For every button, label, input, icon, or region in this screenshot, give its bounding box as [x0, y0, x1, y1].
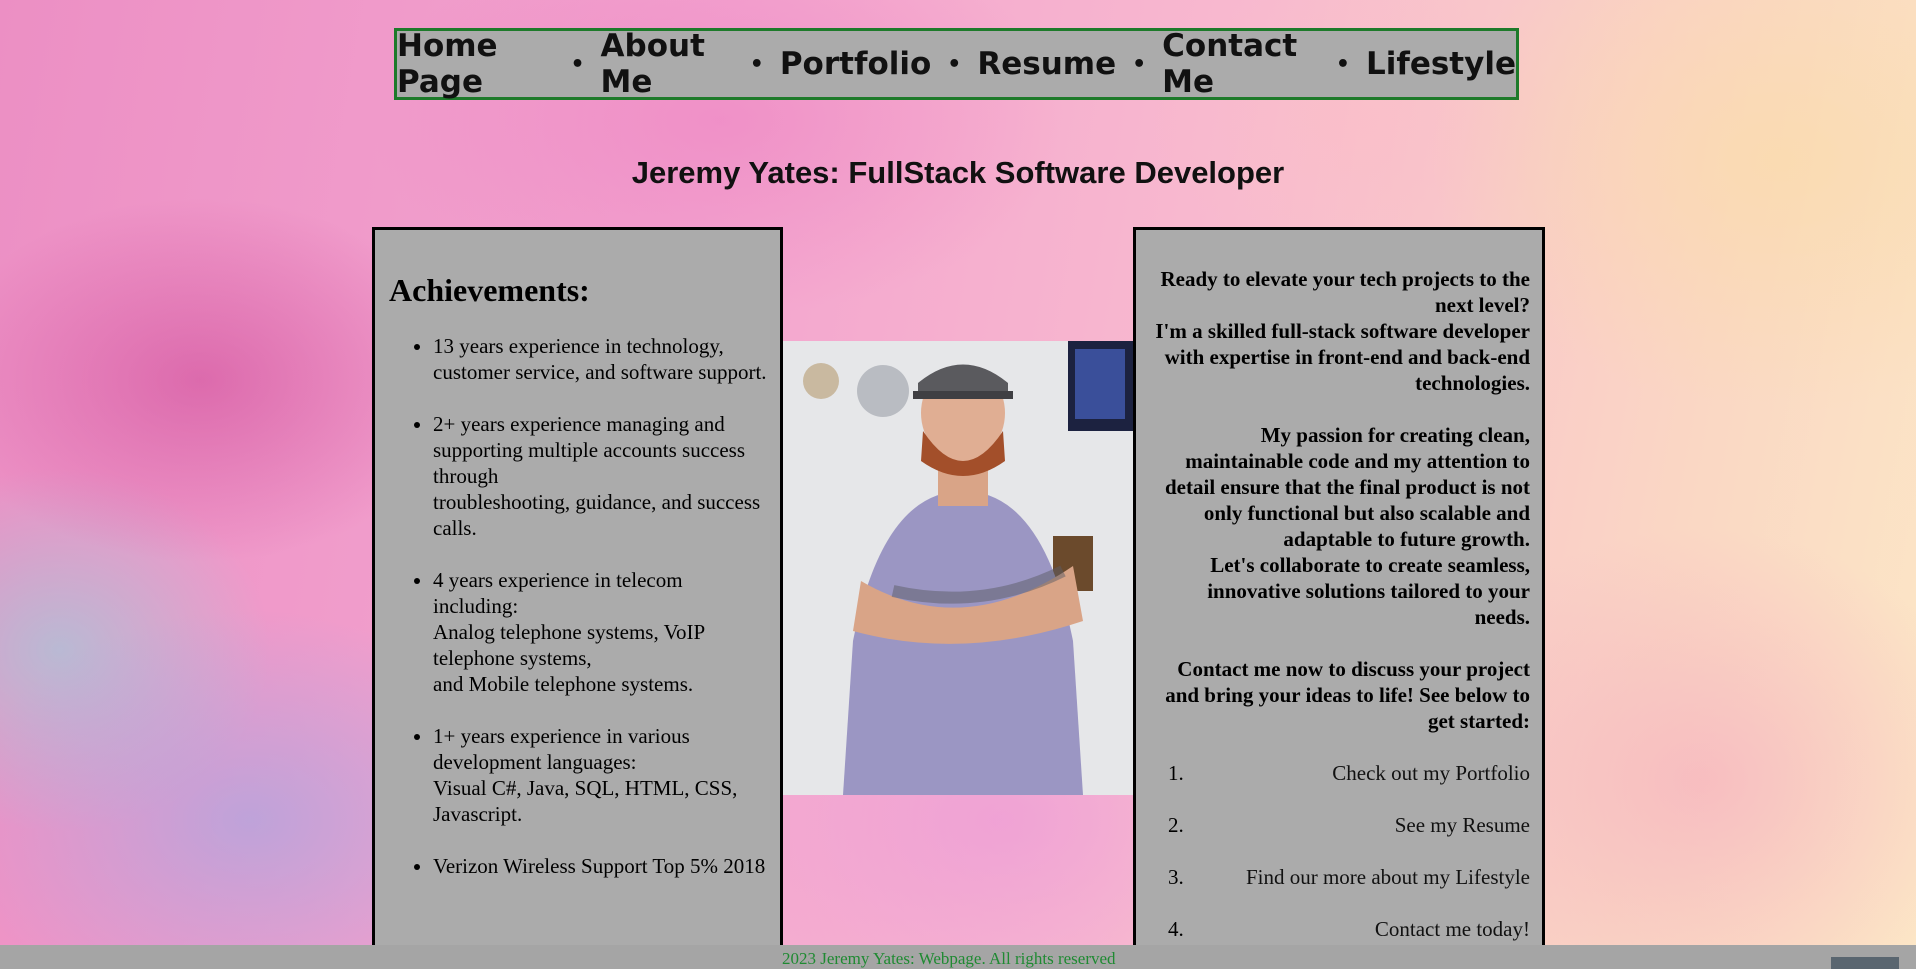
step-number: 4. [1168, 917, 1184, 941]
step-item: 4. Contact me today! [1168, 916, 1530, 942]
nav-about-me[interactable]: About Me [601, 28, 734, 100]
achievement-item: 13 years experience in technology, custo… [433, 333, 768, 385]
profile-photo [783, 341, 1133, 795]
achievement-item: 2+ years experience managing and support… [433, 411, 768, 541]
step-number: 3. [1168, 865, 1184, 889]
call-to-action: Contact me now to discuss your project a… [1165, 657, 1530, 733]
step-item: 1. Check out my Portfolio [1168, 760, 1530, 786]
page-title: Jeremy Yates: FullStack Software Develop… [631, 155, 1285, 190]
next-steps-list: 1. Check out my Portfolio 2. See my Resu… [1148, 760, 1530, 942]
nav-separator: • [1335, 51, 1350, 77]
nav-home-page[interactable]: Home Page [397, 28, 554, 100]
achievements-title: Achievements: [389, 272, 590, 308]
step-number: 1. [1168, 761, 1184, 785]
nav-portfolio[interactable]: Portfolio [780, 46, 931, 82]
step-item: 2. See my Resume [1168, 812, 1530, 838]
step-contact-link[interactable]: Contact me today! [1375, 916, 1530, 942]
step-number: 2. [1168, 813, 1184, 837]
nav-separator: • [570, 51, 585, 77]
achievements-list: 13 years experience in technology, custo… [389, 333, 768, 879]
intro-panel: Ready to elevate your tech projects to t… [1133, 227, 1545, 947]
nav-separator: • [749, 51, 764, 77]
nav-resume[interactable]: Resume [977, 46, 1116, 82]
nav-separator: • [1132, 51, 1147, 77]
intro-paragraph: My passion for creating clean, maintaina… [1165, 423, 1530, 629]
step-item: 3. Find our more about my Lifestyle [1168, 864, 1530, 890]
achievement-item: Verizon Wireless Support Top 5% 2018 [433, 853, 768, 879]
nav-contact-me[interactable]: Contact Me [1162, 28, 1320, 100]
copyright-text: 2023 Jeremy Yates: Webpage. All rights r… [782, 949, 1116, 968]
achievements-panel: Achievements: 13 years experience in tec… [372, 227, 783, 947]
main-nav: Home Page • About Me • Portfolio • Resum… [394, 28, 1519, 100]
footer: 2023 Jeremy Yates: Webpage. All rights r… [0, 945, 1916, 969]
achievement-item: 4 years experience in telecom including:… [433, 567, 768, 697]
corner-thumbnail [1831, 957, 1899, 969]
step-resume-link[interactable]: See my Resume [1395, 812, 1530, 838]
nav-separator: • [947, 51, 962, 77]
nav-lifestyle[interactable]: Lifestyle [1366, 46, 1516, 82]
profile-photo-illustration [783, 341, 1133, 795]
intro-paragraph: Ready to elevate your tech projects to t… [1155, 267, 1530, 395]
achievement-item: 1+ years experience in various developme… [433, 723, 768, 827]
step-lifestyle-link[interactable]: Find our more about my Lifestyle [1246, 864, 1530, 890]
step-portfolio-link[interactable]: Check out my Portfolio [1332, 760, 1530, 786]
